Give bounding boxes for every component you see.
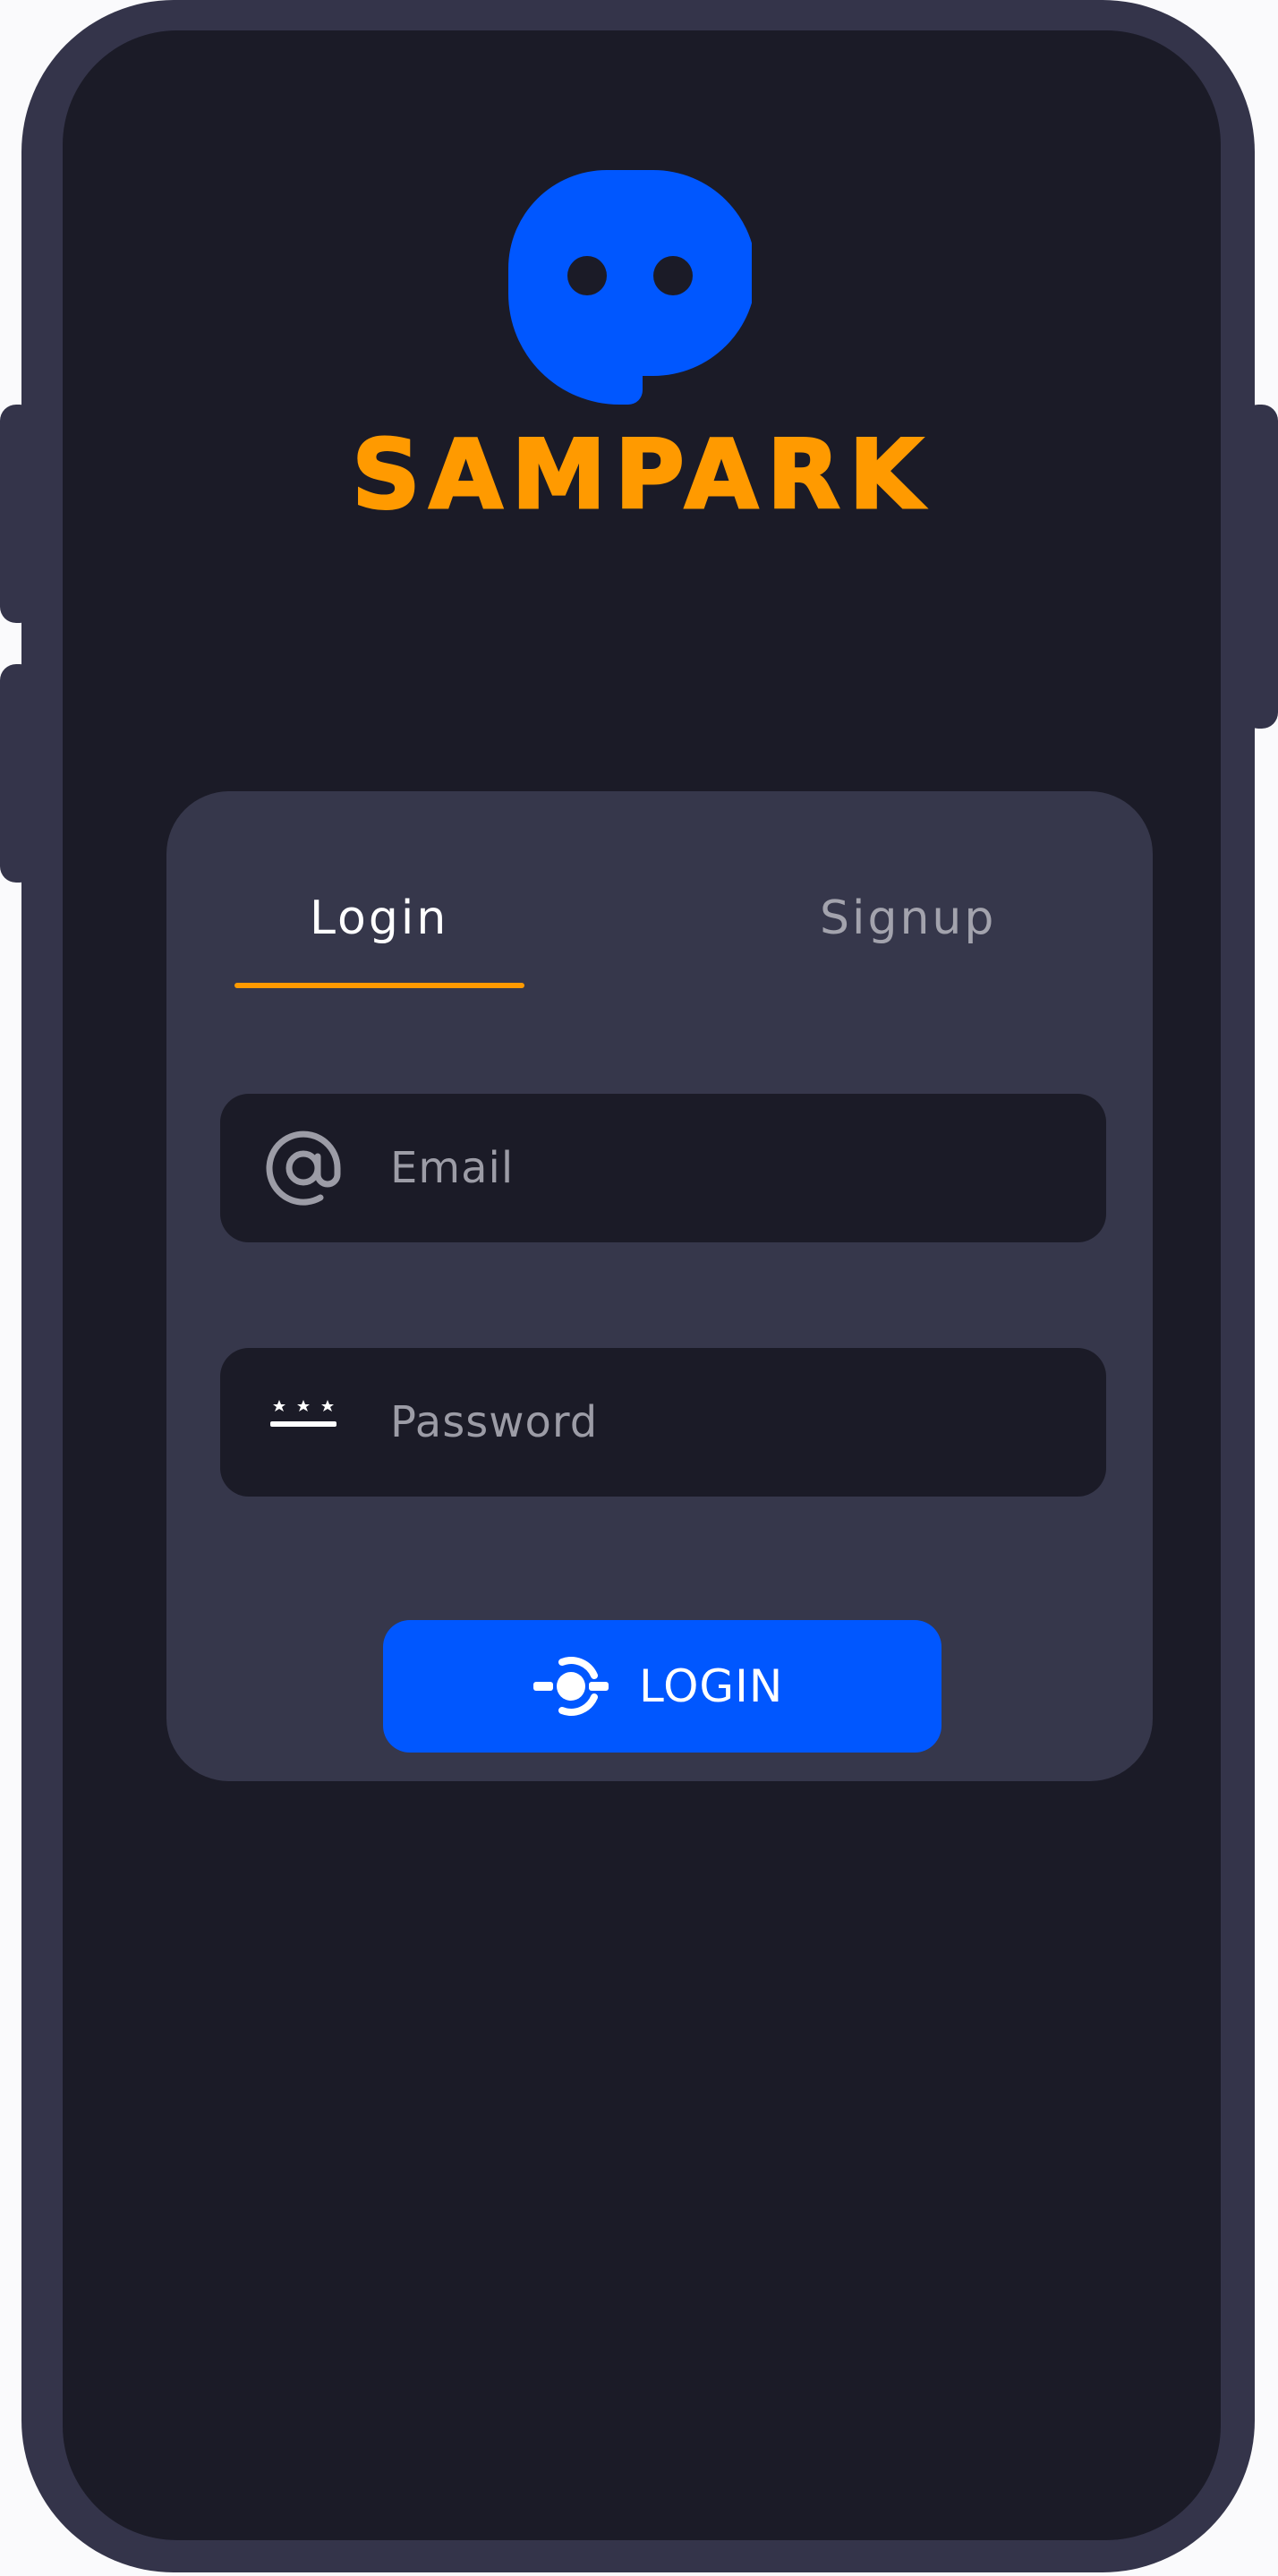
chat-bubble-logo-icon bbox=[508, 170, 752, 405]
active-tab-indicator bbox=[234, 983, 524, 988]
password-input[interactable] bbox=[390, 1348, 1070, 1497]
login-button-label: LOGIN bbox=[639, 1660, 784, 1712]
phone-screen: SAMPARK Login Signup Email LOGIN bbox=[63, 30, 1221, 2540]
auth-card: Login Signup Email LOGIN bbox=[166, 791, 1153, 1781]
email-input[interactable] bbox=[390, 1094, 1070, 1242]
login-icon bbox=[533, 1657, 609, 1716]
device-mockup: SAMPARK Login Signup Email LOGIN bbox=[0, 0, 1278, 2576]
password-icon bbox=[270, 1400, 337, 1427]
brand-name: SAMPARK bbox=[351, 420, 932, 530]
tab-signup[interactable]: Signup bbox=[820, 891, 996, 945]
at-sign-icon bbox=[266, 1130, 341, 1206]
login-button[interactable]: LOGIN bbox=[383, 1620, 941, 1753]
app-logo: SAMPARK bbox=[63, 30, 1221, 532]
email-field[interactable] bbox=[220, 1094, 1106, 1242]
tab-login[interactable]: Login bbox=[310, 891, 448, 945]
password-field[interactable] bbox=[220, 1348, 1106, 1497]
